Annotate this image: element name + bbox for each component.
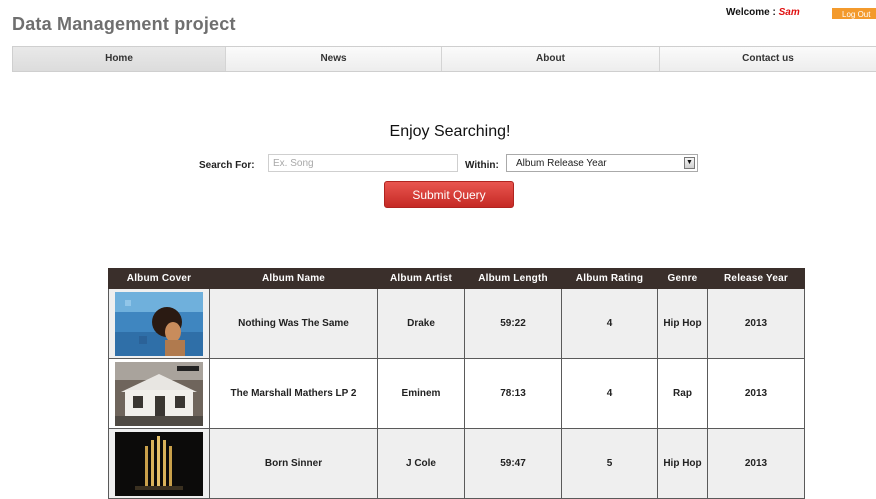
genre-cell: Rap xyxy=(657,358,708,429)
album-cover-cell xyxy=(108,358,210,429)
username: Sam xyxy=(778,7,800,18)
album-rating-cell: 5 xyxy=(561,428,658,499)
album-artist-cell: J Cole xyxy=(377,428,465,499)
dropdown-arrow-icon[interactable]: ▼ xyxy=(684,157,695,169)
column-header-album-artist: Album Artist xyxy=(377,268,465,289)
album-length-cell: 59:47 xyxy=(464,428,562,499)
column-header-album-rating: Album Rating xyxy=(561,268,658,289)
column-header-album-length: Album Length xyxy=(464,268,562,289)
nav-item-home[interactable]: Home xyxy=(12,47,226,71)
album-name-cell: The Marshall Mathers LP 2 xyxy=(209,358,378,429)
album-artist-cell: Drake xyxy=(377,288,465,359)
album-cover-cell xyxy=(108,428,210,499)
album-length-cell: 59:22 xyxy=(464,288,562,359)
results-table: Album Cover Album Name Album Artist Albu… xyxy=(108,268,805,499)
table-row: The Marshall Mathers LP 2 Eminem 78:13 4… xyxy=(108,358,805,429)
release-year-cell: 2013 xyxy=(707,358,805,429)
nothing-was-the-same-cover xyxy=(115,291,203,356)
album-rating-cell: 4 xyxy=(561,358,658,429)
search-input[interactable] xyxy=(268,154,458,172)
release-year-cell: 2013 xyxy=(707,288,805,359)
nav-item-contact-us[interactable]: Contact us xyxy=(660,47,876,71)
album-artist-cell: Eminem xyxy=(377,358,465,429)
genre-cell: Hip Hop xyxy=(657,288,708,359)
welcome-label: Welcome : xyxy=(726,7,779,18)
marshall-mathers-lp2-cover xyxy=(115,361,203,426)
site-title: Data Management project xyxy=(12,14,236,34)
submit-query-button[interactable]: Submit Query xyxy=(384,181,514,208)
column-header-release-year: Release Year xyxy=(707,268,805,289)
search-heading: Enjoy Searching! xyxy=(389,123,511,140)
column-header-album-name: Album Name xyxy=(209,268,378,289)
album-name-cell: Born Sinner xyxy=(209,428,378,499)
column-header-album-cover: Album Cover xyxy=(108,268,210,289)
album-name-cell: Nothing Was The Same xyxy=(209,288,378,359)
nav-item-news[interactable]: News xyxy=(226,47,442,71)
main-nav: Home News About Contact us xyxy=(12,46,876,72)
release-year-cell: 2013 xyxy=(707,428,805,499)
genre-cell: Hip Hop xyxy=(657,428,708,499)
logout-button[interactable]: Log Out xyxy=(832,8,876,19)
search-for-label: Search For: xyxy=(199,160,255,171)
nav-item-about[interactable]: About xyxy=(442,47,660,71)
within-select[interactable]: Album Release Year ▼ xyxy=(506,154,698,172)
welcome-message: Welcome : Sam xyxy=(726,7,800,18)
album-cover-cell xyxy=(108,288,210,359)
column-header-genre: Genre xyxy=(657,268,708,289)
table-row: Born Sinner J Cole 59:47 5 Hip Hop 2013 xyxy=(108,428,805,499)
table-header-row: Album Cover Album Name Album Artist Albu… xyxy=(108,268,805,289)
within-label: Within: xyxy=(465,160,499,171)
born-sinner-cover xyxy=(115,431,203,496)
within-selected-value: Album Release Year xyxy=(516,158,607,169)
album-length-cell: 78:13 xyxy=(464,358,562,429)
table-row: Nothing Was The Same Drake 59:22 4 Hip H… xyxy=(108,288,805,359)
album-rating-cell: 4 xyxy=(561,288,658,359)
